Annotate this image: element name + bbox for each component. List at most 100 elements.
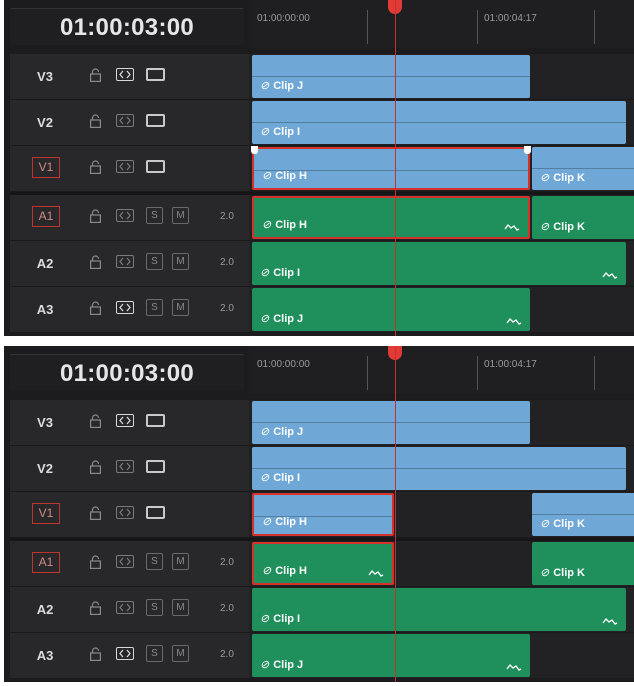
- track-lane[interactable]: ⊘ Clip I: [249, 241, 634, 287]
- lock-icon[interactable]: [90, 414, 101, 428]
- clip-k-audio[interactable]: ⊘ Clip K: [532, 542, 634, 585]
- trim-handle-left[interactable]: [251, 146, 258, 154]
- clip-i-audio[interactable]: ⊘ Clip I: [252, 242, 626, 285]
- clip-i[interactable]: ⊘ Clip I: [252, 101, 626, 144]
- solo-button[interactable]: S: [146, 553, 163, 570]
- solo-button[interactable]: S: [146, 645, 163, 662]
- auto-select-icon[interactable]: [116, 414, 134, 427]
- clip-label: ⊘ Clip I: [260, 472, 301, 484]
- track-header[interactable]: V1: [10, 492, 249, 538]
- mute-button[interactable]: M: [172, 299, 189, 316]
- video-display-icon[interactable]: [146, 160, 165, 173]
- video-display-icon[interactable]: [146, 414, 165, 427]
- track-header[interactable]: A3 S M 2.0: [10, 287, 249, 333]
- clip-h-audio[interactable]: ⊘ Clip H: [252, 196, 530, 239]
- track-name[interactable]: V1: [32, 503, 60, 524]
- lock-icon[interactable]: [90, 209, 101, 223]
- clip-j-audio[interactable]: ⊘ Clip J: [252, 288, 530, 331]
- track-header[interactable]: V2: [10, 446, 249, 492]
- clip-i-audio[interactable]: ⊘ Clip I: [252, 588, 626, 631]
- timeline-ruler[interactable]: 01:00:00:00 01:00:04:17: [249, 0, 634, 48]
- auto-select-icon[interactable]: [116, 506, 134, 519]
- trim-handle-right[interactable]: [524, 146, 531, 154]
- lock-icon[interactable]: [90, 647, 101, 661]
- lock-icon[interactable]: [90, 255, 101, 269]
- solo-button[interactable]: S: [146, 207, 163, 224]
- track-lane[interactable]: ⊘ Clip I: [249, 587, 634, 633]
- track-header[interactable]: A1 S M 2.0: [10, 541, 249, 587]
- track-lane[interactable]: ⊘ Clip H ⊘ Clip K: [249, 146, 634, 192]
- clip-h[interactable]: ⊘ Clip H: [251, 146, 531, 190]
- solo-button[interactable]: S: [146, 253, 163, 270]
- clip-k[interactable]: ⊘ Clip K: [532, 147, 634, 190]
- track-header[interactable]: A2 S M 2.0: [10, 241, 249, 287]
- video-display-icon[interactable]: [146, 506, 165, 519]
- auto-select-icon[interactable]: [116, 114, 134, 127]
- lock-icon[interactable]: [90, 160, 101, 174]
- mute-button[interactable]: M: [172, 207, 189, 224]
- track-lane[interactable]: ⊘ Clip I: [249, 446, 634, 492]
- timecode-display[interactable]: 01:00:03:00: [10, 354, 244, 391]
- channel-format: 2.0: [220, 649, 234, 660]
- track-v1: V1 ⊘ Clip H ⊘ Clip K: [4, 492, 634, 538]
- track-lane[interactable]: ⊘ Clip J: [249, 633, 634, 679]
- lock-icon[interactable]: [90, 555, 101, 569]
- track-lane[interactable]: ⊘ Clip H ⊘ Clip K: [249, 541, 634, 587]
- auto-select-icon[interactable]: [116, 460, 134, 473]
- link-icon: ⊘: [540, 221, 550, 233]
- video-display-icon[interactable]: [146, 68, 165, 81]
- video-display-icon[interactable]: [146, 114, 165, 127]
- clip-h-audio[interactable]: ⊘ Clip H: [252, 542, 394, 585]
- track-lane[interactable]: ⊘ Clip H ⊘ Clip K: [249, 492, 634, 538]
- track-lane[interactable]: ⊘ Clip J: [249, 54, 634, 100]
- track-lane[interactable]: ⊘ Clip H ⊘ Clip K: [249, 195, 634, 241]
- lock-icon[interactable]: [90, 506, 101, 520]
- lock-icon[interactable]: [90, 68, 101, 82]
- track-name[interactable]: A1: [32, 206, 60, 227]
- auto-select-icon[interactable]: [116, 555, 134, 568]
- track-header[interactable]: V3: [10, 54, 249, 100]
- clip-k-audio[interactable]: ⊘ Clip K: [532, 196, 634, 239]
- solo-button[interactable]: S: [146, 599, 163, 616]
- video-display-icon[interactable]: [146, 460, 165, 473]
- auto-select-icon[interactable]: [116, 255, 134, 268]
- auto-select-icon[interactable]: [116, 160, 134, 173]
- clip-i[interactable]: ⊘ Clip I: [252, 447, 626, 490]
- track-header[interactable]: A3 S M 2.0: [10, 633, 249, 679]
- auto-select-icon[interactable]: [116, 601, 134, 614]
- ruler-label: 01:00:04:17: [484, 13, 537, 24]
- track-header[interactable]: A2 S M 2.0: [10, 587, 249, 633]
- lock-icon[interactable]: [90, 301, 101, 315]
- mute-button[interactable]: M: [172, 253, 189, 270]
- auto-select-icon[interactable]: [116, 301, 134, 314]
- mute-button[interactable]: M: [172, 599, 189, 616]
- clip-j-audio[interactable]: ⊘ Clip J: [252, 634, 530, 677]
- track-header[interactable]: V1: [10, 146, 249, 192]
- timeline-panel-after: 01:00:03:00 01:00:00:00 01:00:04:17 V3 ⊘…: [4, 346, 634, 682]
- lock-icon[interactable]: [90, 460, 101, 474]
- clip-j[interactable]: ⊘ Clip J: [252, 401, 530, 444]
- track-lane[interactable]: ⊘ Clip J: [249, 400, 634, 446]
- mute-button[interactable]: M: [172, 553, 189, 570]
- auto-select-icon[interactable]: [116, 647, 134, 660]
- lock-icon[interactable]: [90, 601, 101, 615]
- timecode-display[interactable]: 01:00:03:00: [10, 8, 244, 45]
- clip-j[interactable]: ⊘ Clip J: [252, 55, 530, 98]
- playhead[interactable]: [395, 346, 396, 682]
- track-header[interactable]: A1 S M 2.0: [10, 195, 249, 241]
- track-name[interactable]: A1: [32, 552, 60, 573]
- track-lane[interactable]: ⊘ Clip J: [249, 287, 634, 333]
- auto-select-icon[interactable]: [116, 209, 134, 222]
- track-lane[interactable]: ⊘ Clip I: [249, 100, 634, 146]
- lock-icon[interactable]: [90, 114, 101, 128]
- playhead[interactable]: [395, 0, 396, 336]
- clip-h[interactable]: ⊘ Clip H: [252, 493, 394, 536]
- track-name[interactable]: V1: [32, 157, 60, 178]
- auto-select-icon[interactable]: [116, 68, 134, 81]
- track-header[interactable]: V2: [10, 100, 249, 146]
- solo-button[interactable]: S: [146, 299, 163, 316]
- clip-k[interactable]: ⊘ Clip K: [532, 493, 634, 536]
- timeline-ruler[interactable]: 01:00:00:00 01:00:04:17: [249, 346, 634, 394]
- mute-button[interactable]: M: [172, 645, 189, 662]
- track-header[interactable]: V3: [10, 400, 249, 446]
